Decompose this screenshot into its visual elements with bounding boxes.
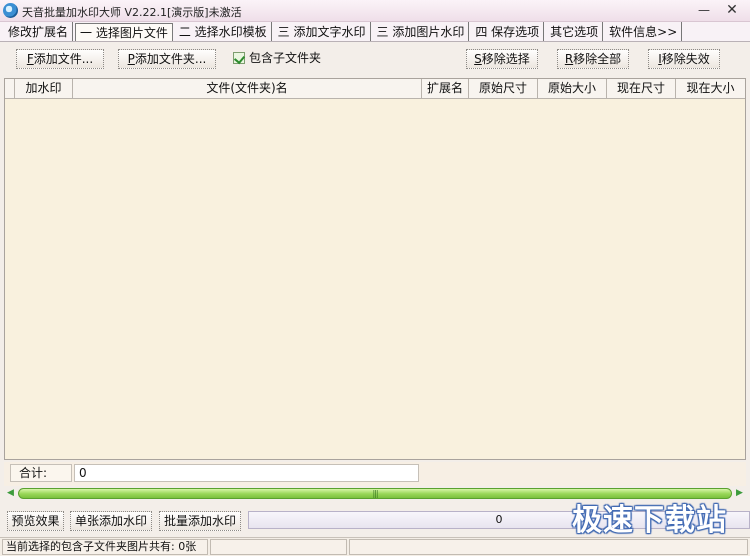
remove-invalid-label: 移除失效	[661, 52, 710, 66]
preview-button[interactable]: 预览效果	[7, 511, 64, 531]
column-header-original-dimensions[interactable]: 原始尺寸	[469, 79, 538, 98]
window-title: 天音批量加水印大师 V2.22.1[演示版]未激活	[22, 6, 242, 19]
column-header-watermark[interactable]: 加水印	[15, 79, 73, 98]
tab-rename-extension[interactable]: 修改扩展名	[4, 22, 74, 41]
status-message: 当前选择的包含子文件夹图片共有: 0张	[2, 539, 208, 555]
file-toolbar	[0, 43, 750, 76]
scroll-thumb[interactable]: |||	[18, 488, 732, 499]
column-header-filename[interactable]: 文件(文件夹)名	[73, 79, 422, 98]
app-logo-icon	[3, 3, 18, 18]
site-watermark-logo: 极速下载站	[572, 503, 727, 538]
remove-all-button[interactable]: R移除全部	[557, 49, 629, 69]
tab-text-watermark[interactable]: 三 添加文字水印	[274, 22, 371, 41]
column-header-new-size[interactable]: 现在大小	[676, 79, 745, 98]
column-header-extension[interactable]: 扩展名	[422, 79, 469, 98]
scroll-right-icon[interactable]: ▶	[733, 487, 746, 500]
remove-all-label: 移除全部	[573, 52, 622, 66]
grip-icon: |||	[372, 489, 378, 498]
checkbox-checked-icon[interactable]	[233, 51, 245, 64]
summary-row: 合计: 0	[4, 462, 746, 486]
status-cell-2	[210, 539, 347, 555]
remove-selected-button[interactable]: S移除选择	[466, 49, 538, 69]
remove-invalid-button[interactable]: I移除失效	[648, 49, 720, 69]
title-bar: 天音批量加水印大师 V2.22.1[演示版]未激活 — ✕	[0, 0, 750, 22]
batch-watermark-button[interactable]: 批量添加水印	[159, 511, 241, 531]
tab-save-options[interactable]: 四 保存选项	[471, 22, 545, 41]
tab-software-info[interactable]: 软件信息>>	[605, 22, 683, 41]
grid-header-indicator	[5, 79, 15, 98]
single-watermark-button[interactable]: 单张添加水印	[70, 511, 152, 531]
add-folder-label: 添加文件夹...	[134, 52, 207, 66]
grid-header: 加水印 文件(文件夹)名 扩展名 原始尺寸 原始大小 现在尺寸 现在大小	[5, 79, 745, 99]
tab-image-watermark[interactable]: 三 添加图片水印	[373, 22, 470, 41]
tab-select-template[interactable]: 二 选择水印模板	[175, 22, 272, 41]
scroll-left-icon[interactable]: ◀	[4, 487, 17, 500]
add-file-button[interactable]: F添加文件...	[16, 49, 104, 69]
remove-selected-label: 移除选择	[481, 52, 530, 66]
tab-bar: 修改扩展名 一 选择图片文件 二 选择水印模板 三 添加文字水印 三 添加图片水…	[0, 22, 750, 42]
column-header-new-dimensions[interactable]: 现在尺寸	[607, 79, 676, 98]
add-folder-hotkey: P	[127, 52, 135, 66]
add-folder-button[interactable]: P添加文件夹...	[118, 49, 216, 69]
minimize-icon[interactable]: —	[694, 2, 714, 19]
summary-value: 0	[74, 464, 419, 482]
summary-label: 合计:	[10, 464, 72, 482]
tab-select-images[interactable]: 一 选择图片文件	[75, 23, 173, 41]
tab-other-options[interactable]: 其它选项	[546, 22, 604, 41]
status-cell-3	[349, 539, 748, 555]
horizontal-scrollbar[interactable]: ◀ ||| ▶	[4, 487, 746, 500]
close-icon[interactable]: ✕	[722, 2, 742, 19]
file-list-grid[interactable]: 加水印 文件(文件夹)名 扩展名 原始尺寸 原始大小 现在尺寸 现在大小	[4, 78, 746, 460]
add-file-hotkey: F	[26, 52, 34, 66]
column-header-original-size[interactable]: 原始大小	[538, 79, 607, 98]
include-subfolders-label: 包含子文件夹	[249, 51, 322, 65]
status-bar: 当前选择的包含子文件夹图片共有: 0张	[0, 537, 750, 556]
add-file-label: 添加文件...	[33, 52, 94, 66]
remove-all-hotkey: R	[564, 52, 574, 66]
remove-selected-hotkey: S	[474, 52, 482, 66]
include-subfolders-checkbox[interactable]: 包含子文件夹	[233, 49, 321, 66]
